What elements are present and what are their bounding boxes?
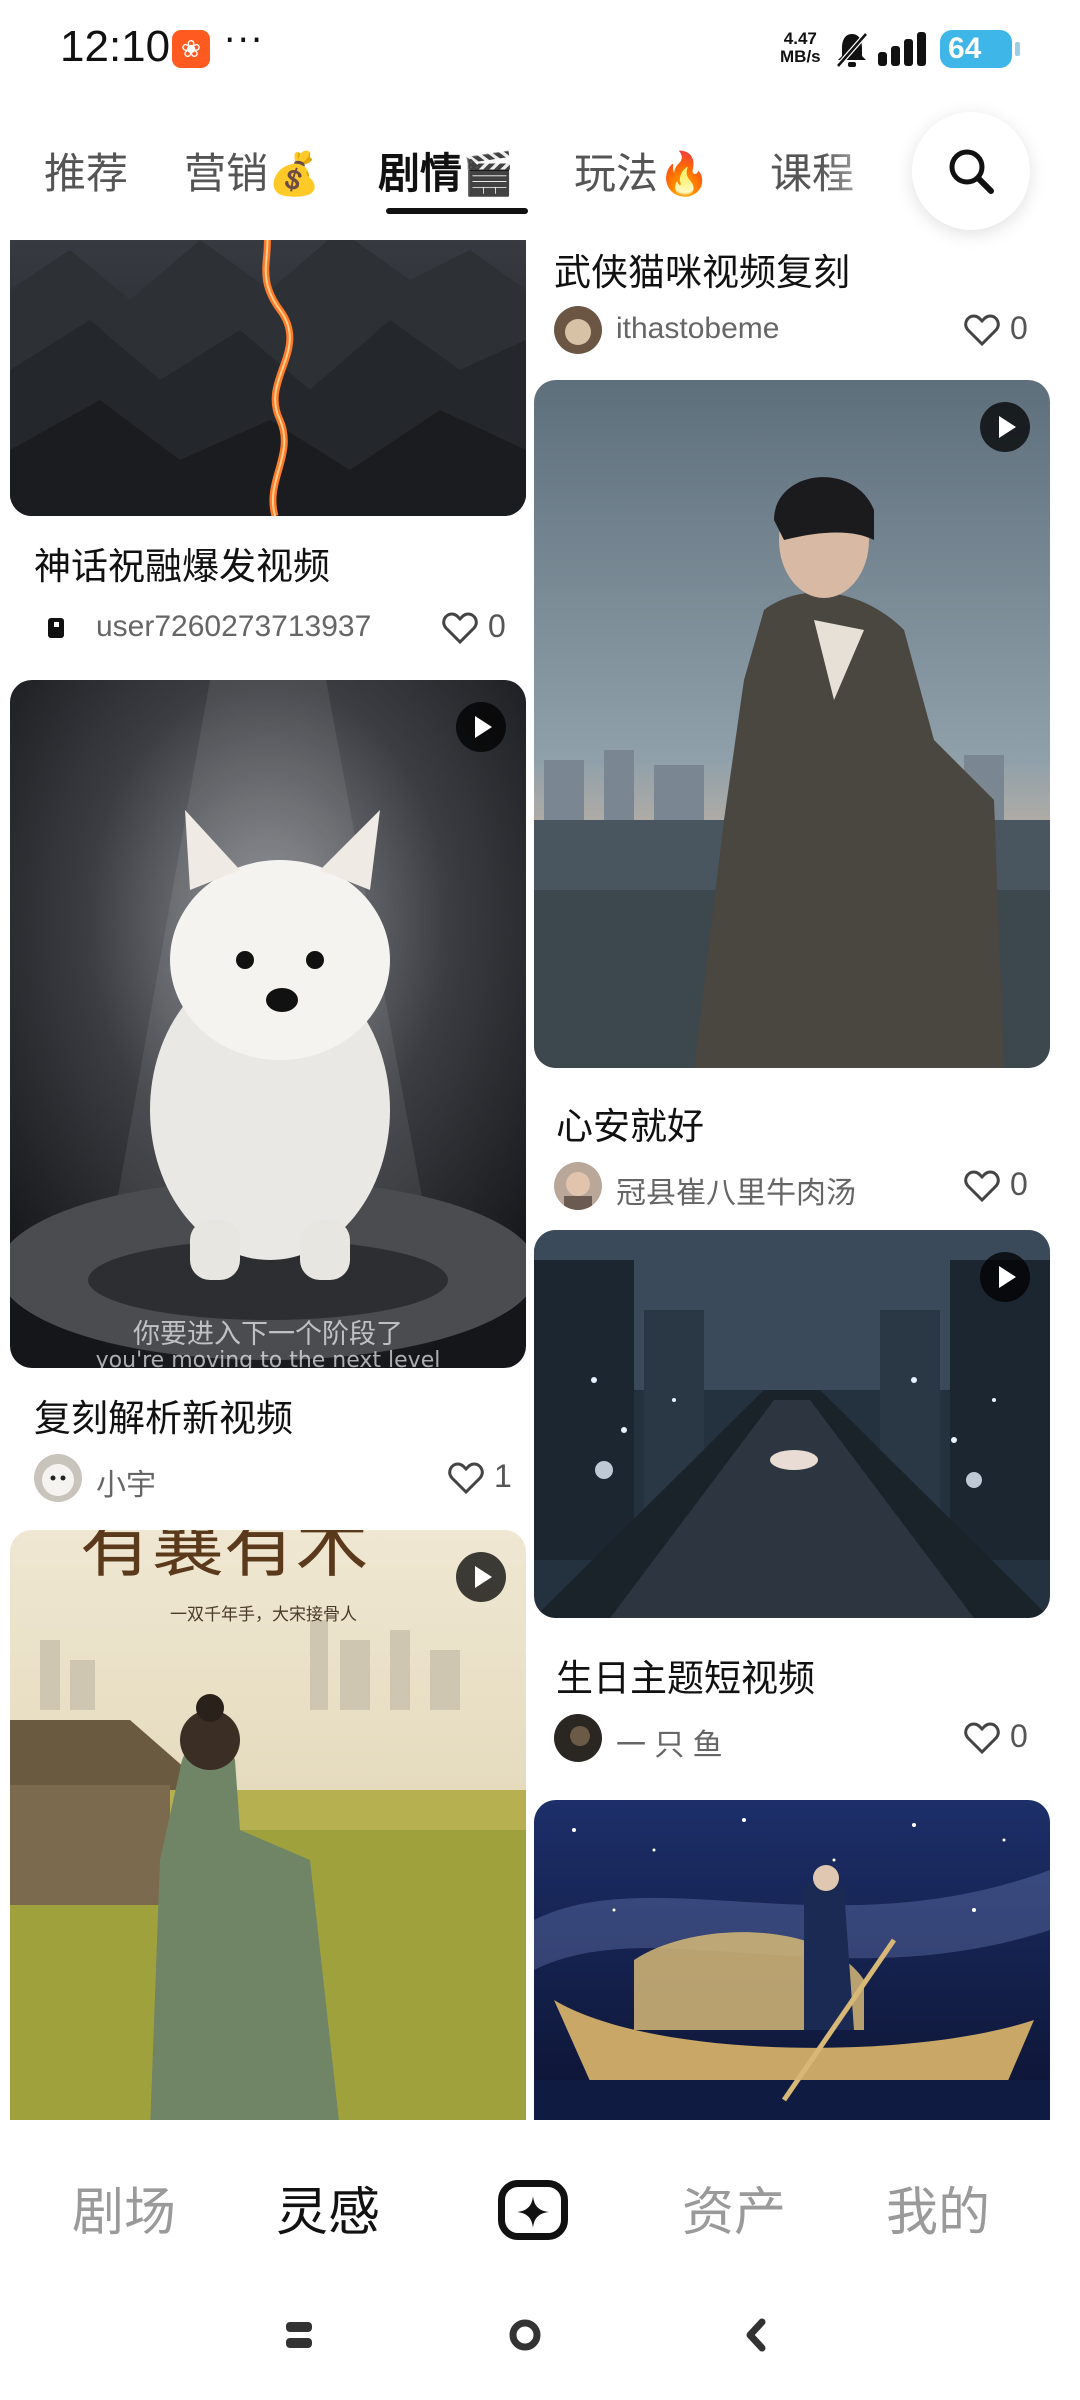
status-time: 12:10 — [60, 22, 171, 71]
home-icon[interactable] — [508, 2318, 542, 2352]
author-name: 冠县崔八里牛肉汤 — [616, 1177, 856, 1210]
author-name: user7260273713937 — [96, 610, 372, 643]
video-subtitle-en: you're moving to the next level — [95, 1348, 441, 1368]
card-author[interactable]: 冠县崔八里牛肉汤 — [554, 1162, 914, 1210]
nav-assets[interactable]: 资产 — [682, 2170, 786, 2245]
card-thumbnail — [534, 1230, 1050, 1618]
card-author[interactable]: user7260273713937 — [34, 604, 394, 652]
mute-bell-icon — [836, 32, 868, 68]
create-button[interactable] — [498, 2180, 568, 2240]
video-subtitle-cn: 你要进入下一个阶段了 — [133, 1319, 403, 1350]
app-notification-icon: ❀ — [172, 30, 210, 68]
feed-card[interactable]: 神话祝融爆发视频 user7260273713937 0 — [10, 240, 526, 670]
like-button[interactable]: 0 — [964, 306, 1044, 354]
card-author[interactable]: 小宇 — [34, 1454, 394, 1502]
poster-title: 有襄有木 — [80, 1530, 368, 1587]
poster-subtitle: 一双千年手，大宋接骨人 — [170, 1605, 357, 1625]
card-thumbnail: 有襄有木 一双千年手，大宋接骨人 — [10, 1530, 526, 2120]
author-avatar — [34, 604, 82, 652]
card-thumbnail — [534, 380, 1050, 1068]
like-button[interactable]: 0 — [442, 604, 522, 652]
play-icon — [456, 702, 506, 752]
feed-card[interactable] — [534, 1800, 1050, 2120]
feed-grid: 神话祝融爆发视频 user7260273713937 0 你要进入下一个阶段了 … — [0, 240, 1080, 2120]
heart-icon — [964, 1722, 1000, 1754]
play-icon — [980, 402, 1030, 452]
card-title: 心安就好 — [556, 1105, 704, 1148]
card-title: 武侠猫咪视频复刻 — [554, 251, 850, 294]
nav-me[interactable]: 我的 — [886, 2170, 990, 2245]
like-count: 0 — [1010, 1166, 1028, 1202]
tab-gameplay[interactable]: 玩法🔥 — [574, 140, 710, 201]
nav-inspiration[interactable]: 灵感 — [276, 2170, 380, 2245]
heart-icon — [442, 612, 478, 644]
author-avatar — [554, 306, 602, 354]
like-count: 0 — [488, 608, 506, 644]
network-speed-unit: MB/s — [780, 47, 821, 66]
card-thumbnail — [534, 1800, 1050, 2120]
card-thumbnail — [10, 240, 526, 516]
like-button[interactable]: 0 — [964, 1714, 1044, 1762]
play-icon — [456, 1552, 506, 1602]
like-button[interactable]: 0 — [964, 1162, 1044, 1210]
bottom-navigation: 剧场 灵感 资产 我的 — [0, 2120, 1080, 2280]
status-bar: 12:10 ❀ ··· 4.47 MB/s 64 — [0, 0, 1080, 100]
card-title: 神话祝融爆发视频 — [34, 545, 330, 588]
author-avatar — [554, 1162, 602, 1210]
network-speed-value: 4.47 — [783, 29, 817, 48]
sparkle-icon — [517, 2196, 549, 2228]
author-name: 小宇 — [96, 1469, 156, 1502]
card-title: 复刻解析新视频 — [34, 1397, 293, 1440]
back-icon[interactable] — [742, 2318, 768, 2352]
active-tab-indicator — [386, 208, 528, 214]
system-navigation-bar — [0, 2280, 1080, 2400]
like-button[interactable]: 1 — [448, 1454, 528, 1502]
like-count: 1 — [494, 1458, 512, 1494]
search-button[interactable] — [912, 112, 1030, 230]
card-author[interactable]: ithastobeme — [554, 306, 914, 354]
recent-apps-icon[interactable] — [284, 2318, 314, 2352]
heart-icon — [964, 1170, 1000, 1202]
more-notifications-icon: ··· — [224, 20, 265, 61]
search-icon — [949, 149, 994, 194]
feed-card[interactable]: 有襄有木 一双千年手，大宋接骨人 — [10, 1530, 526, 2120]
heart-icon — [448, 1462, 484, 1494]
feed-card[interactable]: 生日主题短视频 一 只 鱼 0 — [534, 1230, 1050, 1790]
category-tabs: 推荐 营销💰 剧情🎬 玩法🔥 课程 — [0, 110, 1080, 240]
tab-recommend[interactable]: 推荐 — [44, 140, 128, 201]
card-title: 生日主题短视频 — [556, 1657, 815, 1700]
author-avatar — [34, 1454, 82, 1502]
tab-story[interactable]: 剧情🎬 — [378, 140, 514, 201]
author-avatar — [554, 1714, 602, 1762]
tab-marketing[interactable]: 营销💰 — [184, 140, 320, 201]
author-name: 一 只 鱼 — [616, 1729, 723, 1762]
feed-card[interactable]: 心安就好 冠县崔八里牛肉汤 0 — [534, 380, 1050, 1220]
play-icon — [980, 1252, 1030, 1302]
signal-icon — [878, 32, 926, 66]
like-count: 0 — [1010, 310, 1028, 346]
card-thumbnail: 你要进入下一个阶段了 you're moving to the next lev… — [10, 680, 526, 1368]
like-count: 0 — [1010, 1718, 1028, 1754]
battery-indicator: 64 — [940, 30, 1020, 68]
nav-theater[interactable]: 剧场 — [72, 2170, 176, 2245]
network-speed: 4.47 MB/s — [780, 30, 821, 66]
feed-card[interactable]: 武侠猫咪视频复刻 ithastobeme 0 — [554, 240, 1070, 370]
card-author[interactable]: 一 只 鱼 — [554, 1714, 914, 1762]
heart-icon — [964, 314, 1000, 346]
author-name: ithastobeme — [616, 312, 780, 345]
feed-card[interactable]: 你要进入下一个阶段了 you're moving to the next lev… — [10, 680, 526, 1368]
